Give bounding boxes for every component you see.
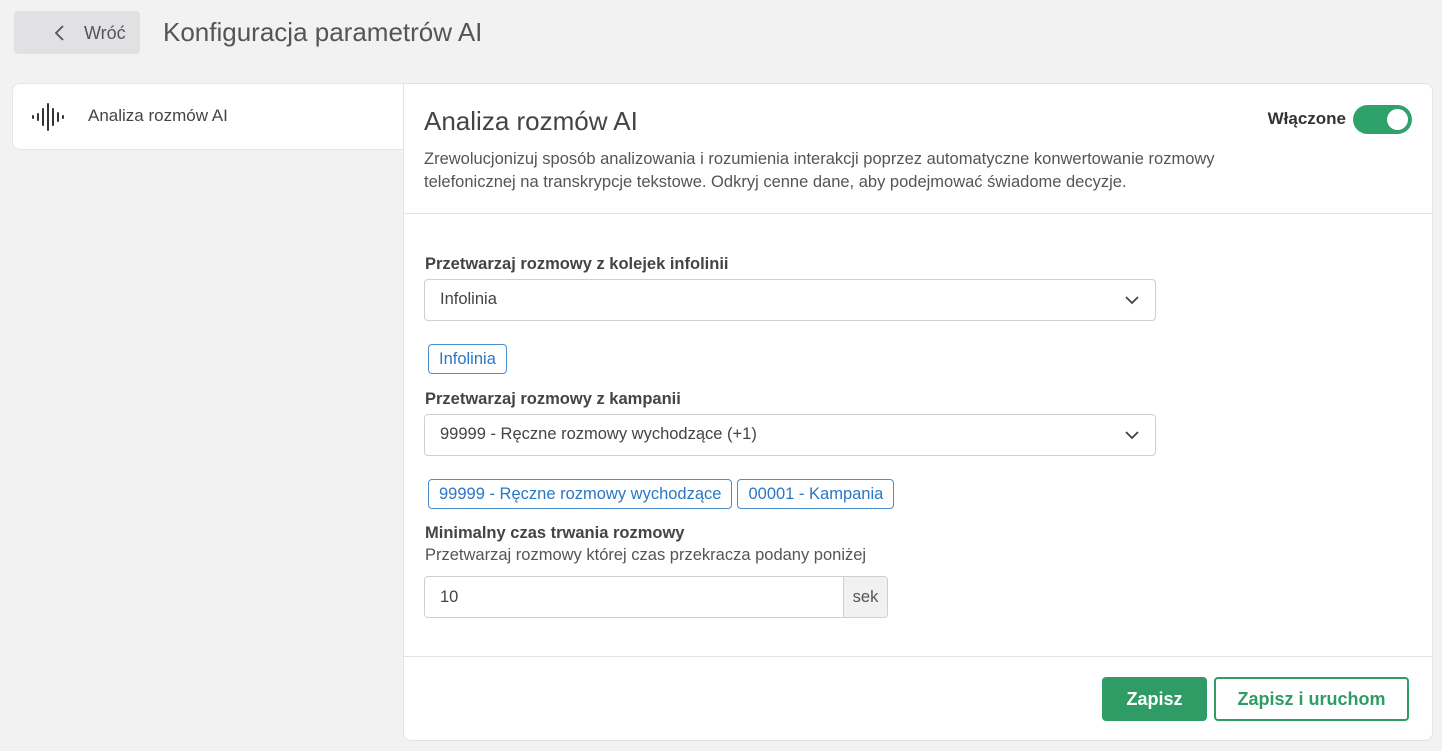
audio-wave-icon	[32, 103, 64, 131]
sidebar: Analiza rozmów AI	[12, 83, 407, 150]
campaigns-label: Przetwarzaj rozmowy z kampanii	[425, 390, 681, 408]
toggle-label: Włączone	[1267, 109, 1346, 128]
queues-chips: Infolinia	[428, 344, 507, 374]
campaigns-select-value: 99999 - Ręczne rozmowy wychodzące (+1)	[440, 425, 757, 443]
sidebar-item-label: Analiza rozmów AI	[88, 106, 228, 125]
enabled-toggle[interactable]	[1353, 104, 1412, 134]
campaigns-select[interactable]: 99999 - Ręczne rozmowy wychodzące (+1)	[424, 414, 1156, 456]
min-duration-input[interactable]	[425, 577, 843, 617]
panel-title: Analiza rozmów AI	[424, 106, 638, 136]
enabled-toggle-group: Włączone	[1268, 104, 1412, 134]
campaign-chip[interactable]: 00001 - Kampania	[737, 479, 895, 509]
min-duration-sublabel: Przetwarzaj rozmowy której czas przekrac…	[425, 546, 867, 564]
save-and-run-button[interactable]: Zapisz i uruchom	[1214, 677, 1409, 721]
campaign-chip[interactable]: 99999 - Ręczne rozmowy wychodzące	[428, 479, 733, 509]
main-panel: Analiza rozmów AI Włączone Zrewolucjoniz…	[403, 83, 1433, 741]
queues-label: Przetwarzaj rozmowy z kolejek infolinii	[425, 255, 729, 273]
min-duration-label: Minimalny czas trwania rozmowy	[425, 524, 685, 542]
page-title: Konfiguracja parametrów AI	[163, 17, 483, 47]
queue-chip[interactable]: Infolinia	[428, 344, 507, 374]
save-button[interactable]: Zapisz	[1102, 677, 1207, 721]
divider	[404, 213, 1432, 214]
queues-select[interactable]: Infolinia	[424, 279, 1156, 321]
min-duration-group: sek	[424, 576, 888, 618]
sidebar-item-ai-analysis[interactable]: Analiza rozmów AI	[13, 84, 407, 149]
toggle-knob	[1387, 108, 1408, 130]
chevron-down-icon	[1125, 431, 1139, 440]
queues-select-value: Infolinia	[440, 290, 497, 308]
chevron-left-icon	[54, 25, 64, 41]
back-button[interactable]: Wróć	[14, 11, 140, 54]
panel-description: Zrewolucjonizuj sposób analizowania i ro…	[424, 150, 1215, 191]
chevron-down-icon	[1125, 296, 1139, 305]
divider	[404, 656, 1432, 657]
back-button-label: Wróć	[84, 23, 126, 43]
campaigns-chips: 99999 - Ręczne rozmowy wychodzące 00001 …	[428, 479, 895, 509]
unit-addon: sek	[843, 577, 887, 617]
